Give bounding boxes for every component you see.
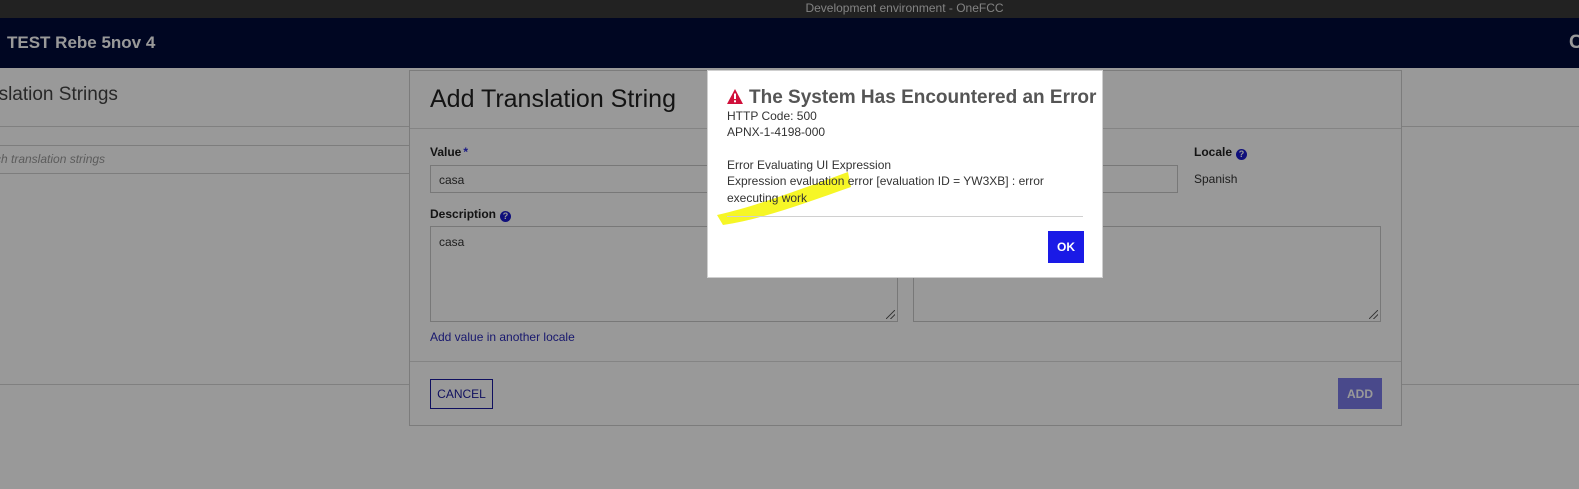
error-title: The System Has Encountered an Error [727,87,1096,109]
error-divider [727,216,1083,217]
error-message-line2: executing work [727,191,808,205]
error-heading: Error Evaluating UI Expression [727,158,892,172]
error-modal: The System Has Encountered an Error HTTP… [707,70,1103,278]
error-message-line1: Expression evaluation error [evaluation … [727,174,1044,188]
error-title-text: The System Has Encountered an Error [749,87,1097,108]
ok-button[interactable]: OK [1048,231,1084,263]
http-code: HTTP Code: 500 [727,109,817,123]
warning-icon [727,89,743,104]
error-code: APNX-1-4198-000 [727,125,826,139]
